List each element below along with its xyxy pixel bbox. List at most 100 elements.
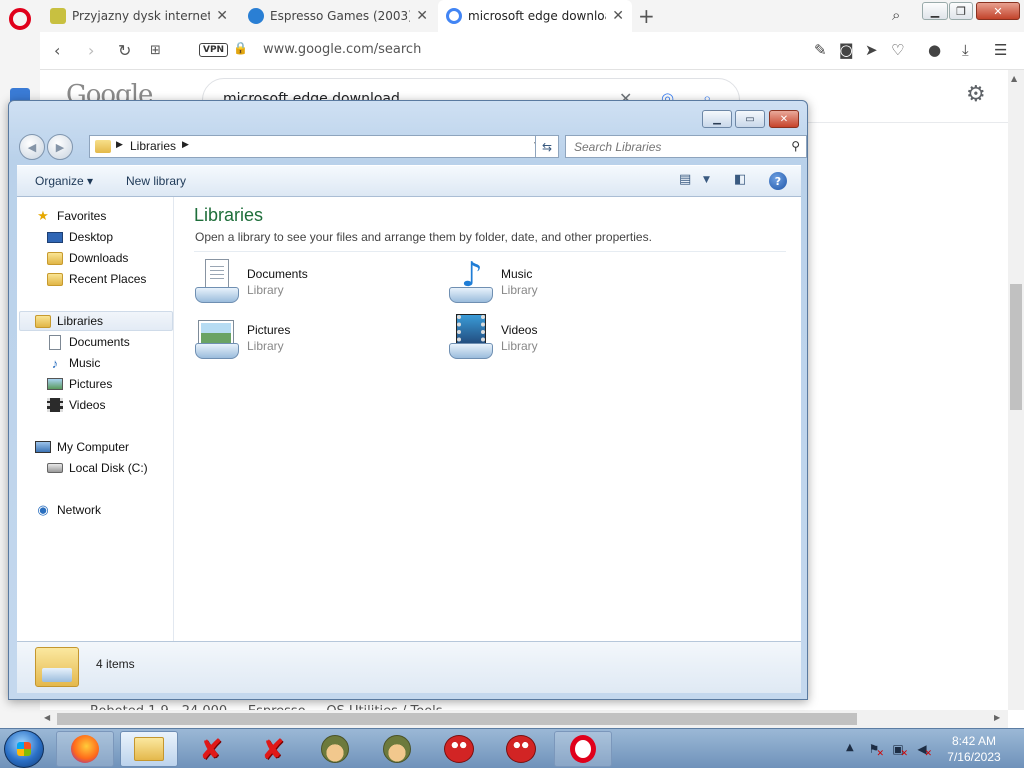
refresh-icon[interactable]: ⇆ — [535, 135, 559, 158]
page-horizontal-scrollbar[interactable]: ◀ ▶ — [40, 710, 1008, 728]
tab-title: Przyjazny dysk internetowy — [72, 9, 211, 23]
url-text[interactable]: www.google.com/search — [263, 42, 421, 57]
tree-item-favorites[interactable]: ★ Favorites — [35, 206, 106, 226]
explorer-back-button[interactable]: ◀ — [19, 134, 45, 160]
browser-tab-2[interactable]: Espresso Games (2003) - M ✕ — [240, 0, 436, 32]
explorer-maximize-button[interactable]: ▭ — [735, 110, 765, 128]
tree-item-desktop[interactable]: Desktop — [47, 227, 113, 247]
speed-dial-grid-icon[interactable]: ⊞ — [150, 43, 161, 58]
browser-tab-3-active[interactable]: microsoft edge download ✕ — [438, 0, 632, 32]
network-tray-icon[interactable]: ▣ ✕ — [890, 741, 908, 759]
help-icon[interactable]: ? — [769, 172, 787, 190]
horizontal-scroll-thumb[interactable] — [57, 713, 857, 725]
explorer-search-box[interactable]: ⚲ — [565, 135, 807, 158]
snapshot-camera-icon[interactable]: ◙ — [839, 41, 854, 59]
new-library-button[interactable]: New library — [126, 174, 186, 188]
documents-icon-wrap — [47, 334, 63, 350]
breadcrumb-libraries[interactable]: Libraries — [130, 139, 176, 153]
action-center-flag-icon[interactable]: ⚑ ✕ — [866, 741, 884, 759]
view-dropdown-icon[interactable]: ▼ — [703, 175, 710, 185]
back-arrow-icon[interactable]: ‹ — [54, 41, 60, 60]
tree-item-music[interactable]: ♪ Music — [47, 353, 101, 373]
easy-setup-menu-icon[interactable]: ☰ — [994, 41, 1007, 59]
search-magnifier-icon[interactable]: ⚲ — [791, 139, 800, 153]
tab-close-icon[interactable]: ✕ — [612, 8, 624, 24]
tree-label: Favorites — [57, 209, 107, 223]
tree-item-pictures[interactable]: Pictures — [47, 374, 112, 394]
taskbar-app-bird-1[interactable] — [430, 731, 488, 767]
tree-item-network[interactable]: ◉ Network — [35, 500, 101, 520]
scroll-right-arrow-icon[interactable]: ▶ — [994, 713, 1000, 722]
tree-item-libraries[interactable]: Libraries — [19, 311, 173, 331]
forward-arrow-icon[interactable]: › — [88, 41, 94, 60]
preview-pane-icon[interactable]: ◧ — [734, 172, 746, 187]
edit-icon[interactable]: ✎ — [814, 41, 827, 59]
videos-library-icon — [447, 314, 495, 361]
opera-logo-icon[interactable] — [9, 8, 31, 30]
tab-close-icon[interactable]: ✕ — [416, 8, 428, 24]
red-x-icon: ✘ — [199, 732, 223, 766]
explorer-command-bar: Organize ▾ New library ▤ ▼ ◧ ? — [17, 165, 801, 197]
heart-icon[interactable]: ♡ — [891, 41, 904, 59]
vertical-scroll-thumb[interactable] — [1010, 284, 1022, 410]
browser-close-button[interactable]: ✕ — [976, 2, 1020, 20]
lock-icon[interactable]: 🔒 — [233, 41, 248, 55]
new-tab-plus-icon[interactable]: + — [638, 4, 655, 28]
send-icon[interactable]: ➤ — [865, 41, 878, 59]
item-count: 4 items — [96, 657, 135, 671]
library-music[interactable]: ♪ Music Library — [447, 255, 677, 309]
libraries-content-pane: Libraries Open a library to see your fil… — [175, 197, 801, 641]
explorer-body: ★ Favorites Desktop Downloads Recent Pla… — [17, 197, 801, 641]
browser-minimize-button[interactable]: ▁ — [922, 2, 948, 20]
change-view-icon[interactable]: ▤ — [679, 172, 691, 187]
tab-search-icon[interactable]: ⌕ — [892, 6, 900, 24]
breadcrumb-arrow-icon[interactable]: ▶ — [182, 140, 189, 150]
tree-item-recent-places[interactable]: Recent Places — [47, 269, 146, 289]
libraries-icon — [35, 314, 51, 328]
tree-item-downloads[interactable]: Downloads — [47, 248, 128, 268]
search-libraries-input[interactable] — [566, 136, 780, 157]
explorer-address-box[interactable]: ▶ Libraries ▶ ▼ — [89, 135, 545, 158]
explorer-forward-button[interactable]: ▶ — [47, 134, 73, 160]
explorer-close-button[interactable]: ✕ — [769, 110, 799, 128]
tree-item-documents[interactable]: Documents — [47, 332, 130, 352]
vpn-badge[interactable]: VPN — [199, 43, 229, 57]
reload-icon[interactable]: ↻ — [118, 41, 131, 60]
taskbar-app-hat-1[interactable] — [306, 731, 364, 767]
library-documents[interactable]: Documents Library — [193, 257, 423, 309]
tree-label: Videos — [69, 398, 106, 412]
organize-menu[interactable]: Organize ▾ — [35, 174, 93, 188]
tab-close-icon[interactable]: ✕ — [216, 8, 228, 24]
taskbar-app-hat-2[interactable] — [368, 731, 426, 767]
page-vertical-scrollbar[interactable]: ▲ — [1008, 70, 1024, 710]
browser-tab-1[interactable]: Przyjazny dysk internetowy ✕ — [42, 0, 236, 32]
tree-item-my-computer[interactable]: My Computer — [35, 437, 129, 457]
profile-avatar-icon[interactable]: ● — [928, 41, 941, 59]
taskbar-app-bird-2[interactable] — [492, 731, 550, 767]
taskbar-app-x-2[interactable]: ✘ — [244, 731, 302, 767]
library-videos[interactable]: Videos Library — [447, 313, 677, 365]
settings-gear-icon[interactable]: ⚙ — [966, 82, 986, 107]
taskbar-opera[interactable] — [554, 731, 612, 767]
tree-label: Recent Places — [69, 272, 147, 286]
explorer-minimize-button[interactable]: ▁ — [702, 110, 732, 128]
disk-favicon-icon — [50, 8, 66, 24]
system-clock[interactable]: 8:42 AM 7/16/2023 — [940, 733, 1008, 765]
taskbar-explorer[interactable] — [120, 731, 178, 767]
library-pictures[interactable]: Pictures Library — [193, 313, 423, 365]
browser-maximize-button[interactable]: ❐ — [949, 2, 973, 20]
volume-muted-icon[interactable]: ◀ ✕ — [914, 741, 932, 759]
scroll-left-arrow-icon[interactable]: ◀ — [44, 713, 50, 722]
breadcrumb-arrow-icon[interactable]: ▶ — [116, 140, 123, 150]
show-hidden-icons-arrow[interactable]: ▲ — [846, 742, 854, 753]
tree-item-local-disk[interactable]: Local Disk (C:) — [47, 458, 148, 478]
tree-item-videos[interactable]: Videos — [47, 395, 105, 415]
scroll-up-arrow-icon[interactable]: ▲ — [1011, 74, 1017, 83]
download-icon[interactable]: ⤓ — [962, 41, 969, 59]
tree-label: My Computer — [57, 440, 130, 454]
taskbar-firefox[interactable] — [56, 731, 114, 767]
start-button[interactable] — [4, 730, 44, 768]
videos-film-icon — [47, 398, 63, 412]
computer-icon-wrap — [35, 439, 51, 455]
taskbar-app-x-1[interactable]: ✘ — [182, 731, 240, 767]
